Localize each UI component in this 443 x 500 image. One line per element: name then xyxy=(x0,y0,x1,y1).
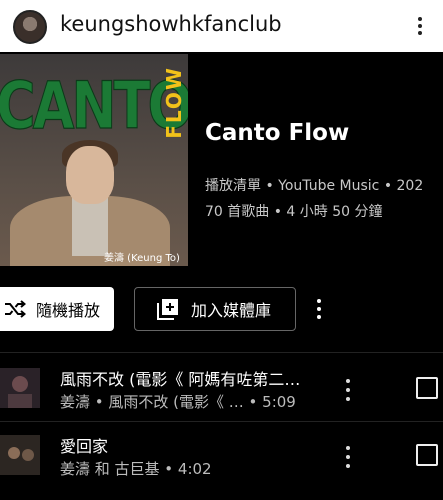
song-checkbox[interactable] xyxy=(416,444,438,466)
playlist-cover-art: CANTO FLOW 姜濤 (Keung To) xyxy=(0,54,188,266)
username[interactable]: keungshowhkfanclub xyxy=(60,12,282,36)
profile-header: keungshowhkfanclub xyxy=(0,0,443,52)
cover-portrait xyxy=(10,140,170,266)
song-title: 風雨不改 (電影《 阿媽有咗第二… xyxy=(60,370,301,389)
song-checkbox[interactable] xyxy=(416,377,438,399)
divider xyxy=(0,352,443,353)
playlist-title: Canto Flow xyxy=(205,120,350,146)
playlist-meta-type: 播放清單 • YouTube Music • 202 xyxy=(205,178,424,194)
more-vertical-icon[interactable] xyxy=(343,376,353,404)
list-item[interactable]: 風雨不改 (電影《 阿媽有咗第二… 姜濤 • 風雨不改 (電影《 … • 5:0… xyxy=(0,360,443,420)
song-subtitle: 姜濤 和 古巨基 • 4:02 xyxy=(60,460,212,478)
list-item[interactable]: 愛回家 姜濤 和 古巨基 • 4:02 xyxy=(0,427,443,487)
library-label: 加入媒體庫 xyxy=(191,301,272,320)
shuffle-icon xyxy=(5,300,26,318)
shuffle-label: 隨機播放 xyxy=(36,301,101,320)
add-to-library-icon xyxy=(157,299,178,320)
song-thumbnail xyxy=(0,368,40,408)
more-vertical-icon[interactable] xyxy=(343,443,353,471)
cover-side-text: FLOW xyxy=(162,66,186,139)
more-vertical-icon[interactable] xyxy=(412,12,428,40)
cover-caption: 姜濤 (Keung To) xyxy=(104,253,180,264)
song-title: 愛回家 xyxy=(60,437,109,456)
divider xyxy=(0,421,443,422)
cover-title-text: CANTO xyxy=(0,67,188,144)
song-subtitle: 姜濤 • 風雨不改 (電影《 … • 5:09 xyxy=(60,393,296,411)
more-vertical-icon[interactable] xyxy=(312,296,326,322)
song-thumbnail xyxy=(0,435,40,475)
playlist-meta-count: 70 首歌曲 • 4 小時 50 分鐘 xyxy=(205,204,383,220)
shuffle-button[interactable]: 隨機播放 xyxy=(0,287,114,331)
add-to-library-button[interactable]: 加入媒體庫 xyxy=(134,287,296,331)
avatar[interactable] xyxy=(13,10,47,44)
